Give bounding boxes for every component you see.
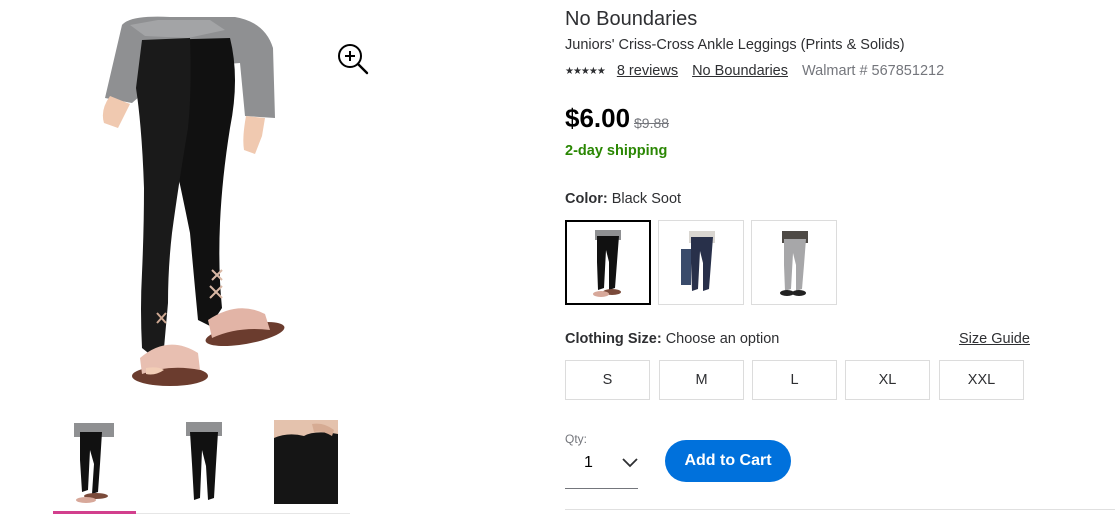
color-label: Color: Black Soot xyxy=(565,191,681,207)
size-option-xxl[interactable]: XXL xyxy=(939,360,1024,400)
size-option-m[interactable]: M xyxy=(659,360,744,400)
color-swatch-black[interactable] xyxy=(565,220,651,305)
thumbnail-waistband[interactable] xyxy=(274,420,338,504)
color-swatch-gray[interactable] xyxy=(751,220,837,305)
size-guide-link[interactable]: Size Guide xyxy=(959,331,1030,347)
current-price: $6.00 xyxy=(565,103,631,133)
product-name: Juniors' Criss-Cross Ankle Leggings (Pri… xyxy=(565,37,905,53)
add-to-cart-button[interactable]: Add to Cart xyxy=(665,440,791,482)
product-brand-title: No Boundaries xyxy=(565,8,698,30)
color-value: Black Soot xyxy=(611,191,682,207)
size-option-l[interactable]: L xyxy=(752,360,837,400)
zoom-in-icon[interactable] xyxy=(336,42,370,76)
thumbnail-back[interactable] xyxy=(172,420,236,504)
chevron-down-icon xyxy=(621,456,639,474)
quantity-value: 1 xyxy=(584,454,593,471)
quantity-select[interactable]: 1 xyxy=(565,446,638,489)
size-label-title: Clothing Size: xyxy=(565,331,662,347)
thumbnail-active-indicator xyxy=(53,511,136,514)
walmart-number: Walmart # 567851212 xyxy=(802,63,945,79)
color-label-title: Color: xyxy=(565,191,608,207)
color-swatch-navy[interactable] xyxy=(658,220,744,305)
section-divider xyxy=(565,509,1115,510)
size-label: Clothing Size: Choose an option xyxy=(565,331,779,347)
size-option-xl[interactable]: XL xyxy=(845,360,930,400)
size-option-s[interactable]: S xyxy=(565,360,650,400)
main-product-image[interactable] xyxy=(60,8,360,403)
star-rating-icon: ★★★★★ xyxy=(565,65,606,77)
reviews-link[interactable]: 8 reviews xyxy=(617,63,678,79)
thumbnail-front[interactable] xyxy=(62,420,126,504)
rating-row: ★★★★★ 8 reviews No Boundaries Walmart # … xyxy=(565,62,944,80)
size-value: Choose an option xyxy=(665,331,780,347)
quantity-label: Qty: xyxy=(565,432,588,446)
shipping-label: 2-day shipping xyxy=(565,143,668,159)
was-price: $9.88 xyxy=(634,115,670,131)
brand-link[interactable]: No Boundaries xyxy=(692,63,788,79)
